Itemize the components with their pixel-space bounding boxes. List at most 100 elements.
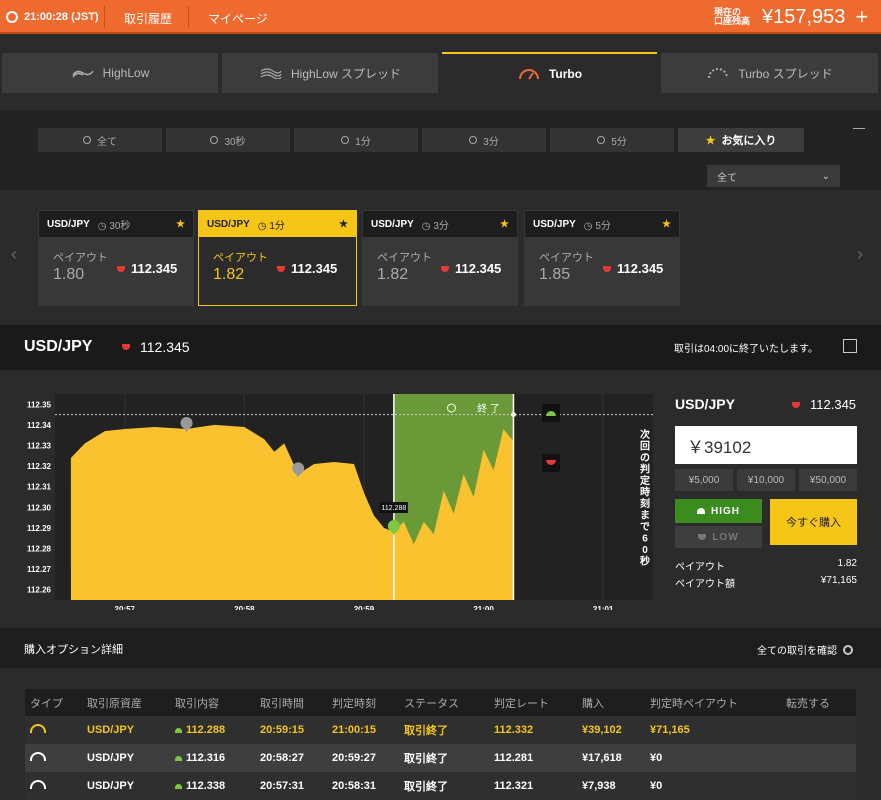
filter-30s[interactable]: 30秒 xyxy=(166,128,290,152)
star-icon[interactable]: ★ xyxy=(500,219,509,230)
price-chart[interactable]: 112.35 112.34 112.33 112.32 112.31 112.30 112.… xyxy=(5,380,665,610)
pair-rate: 112.345 xyxy=(122,339,190,355)
resell-cell xyxy=(781,716,856,744)
turbo-gauge-icon xyxy=(518,69,539,80)
type-cell xyxy=(25,716,82,744)
type-cell xyxy=(25,772,82,800)
asset-card-5m[interactable]: USD/JPY ◷ 5分 ★ ペイアウト 1.85 112.345 xyxy=(524,210,680,306)
resell-cell xyxy=(781,772,856,800)
balance-value: ¥157,953 xyxy=(762,5,846,28)
filter-label: お気に入り xyxy=(721,135,777,147)
down-arrow-icon xyxy=(277,265,285,272)
turbo-gauge-icon xyxy=(30,724,46,733)
countdown-char: 0 xyxy=(642,545,648,556)
card-header: USD/JPY ◷ 1分 ★ xyxy=(199,211,356,237)
quick-amount-5000[interactable]: ¥5,000 xyxy=(675,469,733,491)
filter-3m[interactable]: 3分 xyxy=(422,128,546,152)
status-cell: 取引終了 xyxy=(399,772,489,800)
star-icon[interactable]: ★ xyxy=(176,219,185,230)
tab-highlow[interactable]: HighLow xyxy=(2,53,218,93)
col-header: 判定レート xyxy=(489,689,577,716)
countdown-char: 定 xyxy=(640,474,650,487)
filter-all[interactable]: 全て xyxy=(38,128,162,152)
card-rate-text: 112.345 xyxy=(131,261,178,276)
tab-turbo[interactable]: Turbo xyxy=(442,52,657,94)
time-cell: 20:57:31 xyxy=(255,772,327,800)
card-rate: 112.345 xyxy=(277,261,337,276)
filter-1m[interactable]: 1分 xyxy=(294,128,418,152)
chevron-left-icon[interactable]: ‹ xyxy=(11,244,17,265)
up-arrow-icon xyxy=(697,508,705,514)
amount-input[interactable] xyxy=(675,426,857,464)
col-header: ステータス xyxy=(399,689,489,716)
turbo-gauge-icon xyxy=(30,780,46,789)
payout-cell: ¥71,165 xyxy=(645,716,781,744)
card-header: USD/JPY ◷ 3分 ★ xyxy=(363,211,517,237)
card-duration: ◷ 1分 xyxy=(257,220,285,232)
add-funds-button[interactable]: + xyxy=(855,4,868,30)
view-all-trades-link[interactable]: 全ての取引を確認 xyxy=(757,642,853,657)
chevron-right-icon[interactable]: › xyxy=(857,244,863,265)
clock-text: 21:00:28 (JST) xyxy=(24,11,99,23)
card-pair: USD/JPY xyxy=(207,218,250,230)
star-icon[interactable]: ★ xyxy=(339,219,348,230)
content-cell: 112.288 xyxy=(170,716,255,744)
asset-card-3m[interactable]: USD/JPY ◷ 3分 ★ ペイアウト 1.82 112.345 xyxy=(362,210,518,306)
asset-card-30s[interactable]: USD/JPY ◷ 30秒 ★ ペイアウト 1.80 112.345 xyxy=(38,210,194,306)
card-pair: USD/JPY xyxy=(533,218,576,230)
view-all-trades-text: 全ての取引を確認 xyxy=(757,646,837,657)
filter-label: 1分 xyxy=(355,136,371,148)
clock-icon xyxy=(469,136,478,144)
resell-cell xyxy=(781,744,856,772)
card-rate-text: 112.345 xyxy=(291,261,338,276)
clock-icon xyxy=(6,11,18,23)
tab-label: Turbo xyxy=(548,67,583,81)
expand-icon[interactable] xyxy=(843,339,857,353)
clock-icon xyxy=(210,136,219,144)
countdown-char: 次 xyxy=(640,428,650,441)
chevron-down-icon: ⌄ xyxy=(821,170,830,182)
table-row[interactable]: USD/JPY 112.338 20:57:31 20:58:31 取引終了 1… xyxy=(25,772,856,800)
col-header: 取引時間 xyxy=(255,689,327,716)
low-label: LOW xyxy=(712,531,739,543)
tab-turbo-spread[interactable]: Turbo スプレッド xyxy=(661,53,878,93)
x-tick-label: 20:58 xyxy=(234,605,255,610)
tab-highlow-spread[interactable]: HighLow スプレッド xyxy=(222,53,438,93)
quick-amount-10000[interactable]: ¥10,000 xyxy=(737,469,795,491)
quick-amount-50000[interactable]: ¥50,000 xyxy=(799,469,857,491)
turbo-gauge-icon xyxy=(30,752,46,761)
x-tick-label: 20:57 xyxy=(115,605,136,610)
asset-card-1m[interactable]: USD/JPY ◷ 1分 ★ ペイアウト 1.82 112.345 xyxy=(198,210,357,306)
payout-value: 1.82 xyxy=(837,558,857,569)
star-icon[interactable]: ★ xyxy=(662,219,671,230)
balance-label: 現在の 口座残高 xyxy=(714,8,758,26)
card-duration-text: 3分 xyxy=(433,220,449,232)
card-duration-text: 30秒 xyxy=(109,220,131,232)
up-arrow-icon xyxy=(175,756,182,761)
trade-history-link[interactable]: 取引履歴 xyxy=(124,10,172,27)
clock-icon xyxy=(597,136,606,144)
x-tick-label: 21:01 xyxy=(593,605,614,610)
col-header: 転売する xyxy=(781,689,856,716)
search-icon xyxy=(843,644,853,655)
content-text: 112.338 xyxy=(186,780,226,792)
low-button[interactable]: LOW xyxy=(675,526,762,548)
minimize-icon[interactable] xyxy=(853,128,865,129)
my-page-link[interactable]: マイページ xyxy=(208,10,268,27)
payout-label: ペイアウト xyxy=(675,562,725,573)
down-arrow-icon xyxy=(117,265,125,272)
card-rate: 112.345 xyxy=(117,261,177,276)
table-row[interactable]: USD/JPY 112.316 20:58:27 20:59:27 取引終了 1… xyxy=(25,744,856,772)
up-arrow-icon xyxy=(175,784,182,789)
filter-favorites[interactable]: ★ お気に入り xyxy=(678,128,804,152)
divider xyxy=(188,6,189,28)
table-row[interactable]: USD/JPY 112.288 20:59:15 21:00:15 取引終了 1… xyxy=(25,716,856,744)
asset-cell: USD/JPY xyxy=(82,772,170,800)
filter-5m[interactable]: 5分 xyxy=(550,128,674,152)
down-arrow-icon xyxy=(441,265,449,272)
col-header: タイプ xyxy=(25,689,82,716)
y-tick-label: 112.29 xyxy=(27,524,52,533)
high-button[interactable]: HIGH xyxy=(675,499,762,523)
category-dropdown[interactable]: 全て ⌄ xyxy=(707,165,840,187)
buy-now-button[interactable]: 今すぐ購入 xyxy=(770,499,857,545)
